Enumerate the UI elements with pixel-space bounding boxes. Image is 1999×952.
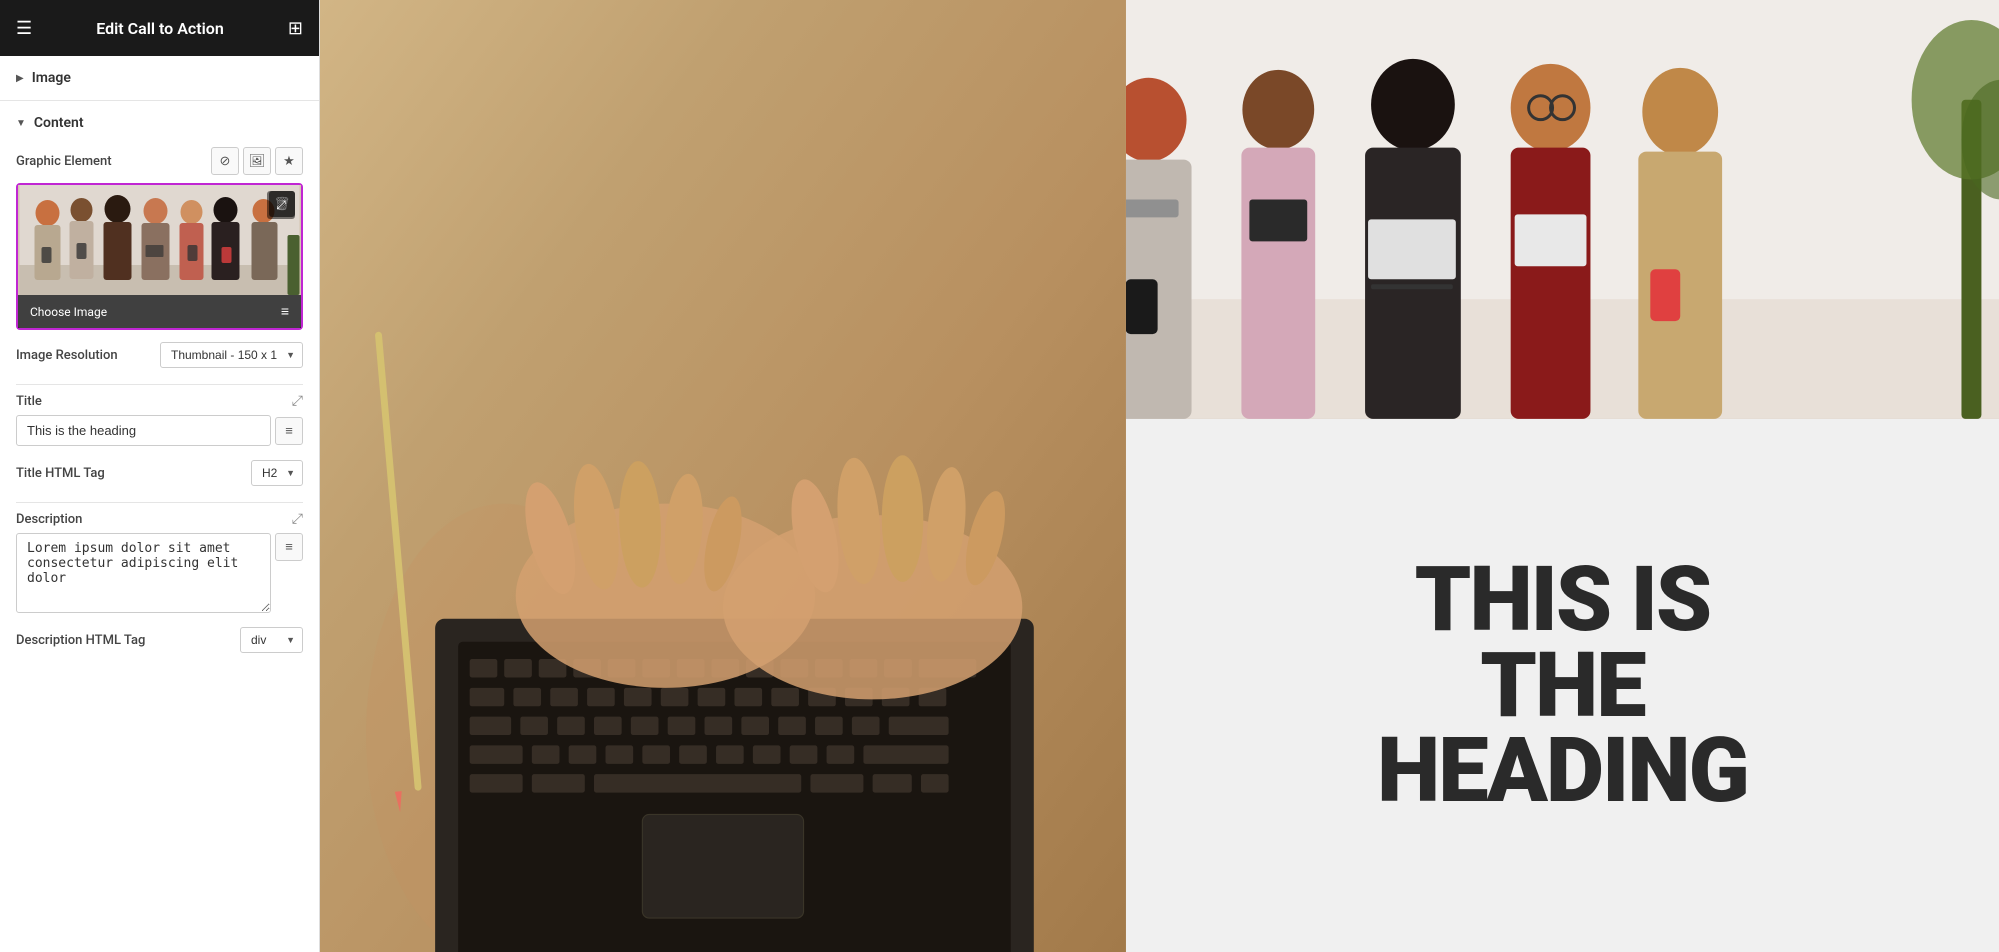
image-icon-btn[interactable]: 🖼 — [243, 147, 271, 175]
left-photo — [320, 0, 1126, 952]
description-tag-row: Description HTML Tag div p span — [16, 627, 303, 653]
image-resolution-label: Image Resolution — [16, 348, 118, 363]
description-drag-handle[interactable]: ⤢ — [292, 511, 303, 527]
content-section: ▼ Content Graphic Element ⊘ 🖼 ★ — [0, 101, 319, 669]
heading-line1: THIS IS — [1377, 557, 1748, 643]
content-section-label: Content — [34, 115, 84, 131]
description-textarea[interactable]: Lorem ipsum dolor sit amet consectetur a… — [16, 533, 271, 613]
grid-icon[interactable]: ⊞ — [288, 18, 303, 39]
no-image-icon-btn[interactable]: ⊘ — [211, 147, 239, 175]
title-options-btn[interactable]: ≡ — [275, 417, 303, 445]
description-label: Description — [16, 512, 82, 527]
heading-line3: HEADING — [1377, 728, 1748, 814]
chevron-right-icon: ▶ — [16, 73, 24, 84]
big-heading: THIS IS THE HEADING — [1377, 557, 1748, 814]
main-preview: THIS IS THE HEADING — [320, 0, 1999, 952]
people-svg — [18, 185, 301, 295]
resize-icon-btn[interactable]: ⤢ — [267, 191, 295, 219]
separator-2 — [16, 502, 303, 503]
resize-icon: ⤢ — [276, 198, 286, 213]
title-input-row: ≡ — [16, 415, 303, 446]
title-tag-label: Title HTML Tag — [16, 466, 105, 481]
laptop-svg — [320, 0, 1126, 952]
star-icon: ★ — [283, 154, 295, 169]
title-input[interactable] — [16, 415, 271, 446]
image-picker-box: ⤢ — [16, 183, 303, 330]
description-header: Description ⤢ — [16, 511, 303, 527]
description-options-icon: ≡ — [285, 539, 293, 555]
star-icon-btn[interactable]: ★ — [275, 147, 303, 175]
description-tag-select[interactable]: div p span — [240, 627, 303, 653]
description-tag-label: Description HTML Tag — [16, 633, 145, 648]
sidebar-header: ☰ Edit Call to Action ⊞ — [0, 0, 319, 56]
description-section: Description ⤢ Lorem ipsum dolor sit amet… — [16, 511, 303, 613]
heading-line2: THE — [1377, 643, 1748, 729]
title-header: Title ⤢ — [16, 393, 303, 409]
title-label: Title — [16, 394, 42, 409]
sidebar-title: Edit Call to Action — [96, 19, 224, 38]
choose-image-bar[interactable]: Choose Image ≡ — [18, 295, 301, 328]
right-text-area: THIS IS THE HEADING — [1126, 419, 1999, 952]
separator-1 — [16, 384, 303, 385]
sidebar: ☰ Edit Call to Action ⊞ ▶ Image ▼ Conten… — [0, 0, 320, 952]
hamburger-icon[interactable]: ☰ — [16, 18, 32, 39]
chevron-down-icon: ▼ — [16, 118, 26, 129]
right-photo — [1126, 0, 1999, 419]
image-section-label: Image — [32, 70, 71, 86]
right-side: THIS IS THE HEADING — [1126, 0, 1999, 952]
title-drag-handle[interactable]: ⤢ — [292, 393, 303, 409]
description-options-btn[interactable]: ≡ — [275, 533, 303, 561]
title-tag-row: Title HTML Tag H2 H1 H3 — [16, 460, 303, 486]
group-photo-svg — [1126, 0, 1999, 419]
image-section[interactable]: ▶ Image — [0, 56, 319, 101]
no-image-icon: ⊘ — [220, 154, 231, 169]
preview-area: THIS IS THE HEADING — [320, 0, 1999, 952]
description-input-row: Lorem ipsum dolor sit amet consectetur a… — [16, 533, 303, 613]
title-options-icon: ≡ — [285, 423, 293, 439]
image-preview-people: 🗑 — [18, 185, 301, 295]
title-section: Title ⤢ ≡ — [16, 393, 303, 446]
description-tag-select-wrapper: div p span — [240, 627, 303, 653]
image-picker-top-actions: ⤢ — [267, 191, 295, 219]
image-icon: 🖼 — [249, 154, 266, 169]
graphic-element-icons: ⊘ 🖼 ★ — [211, 147, 303, 175]
graphic-element-label: Graphic Element — [16, 154, 112, 169]
image-list-icon: ≡ — [281, 303, 289, 320]
content-section-toggle[interactable]: ▼ Content — [16, 115, 303, 131]
resolution-select-wrapper: Thumbnail - 150 x 1 — [160, 342, 303, 368]
choose-image-label: Choose Image — [30, 305, 107, 319]
graphic-element-row: Graphic Element ⊘ 🖼 ★ — [16, 147, 303, 175]
resolution-select[interactable]: Thumbnail - 150 x 1 — [160, 342, 303, 368]
title-tag-select[interactable]: H2 H1 H3 — [251, 460, 303, 486]
image-picker-inner: 🗑 Choose Image ≡ — [18, 185, 301, 328]
title-tag-select-wrapper: H2 H1 H3 — [251, 460, 303, 486]
image-resolution-row: Image Resolution Thumbnail - 150 x 1 — [16, 342, 303, 368]
